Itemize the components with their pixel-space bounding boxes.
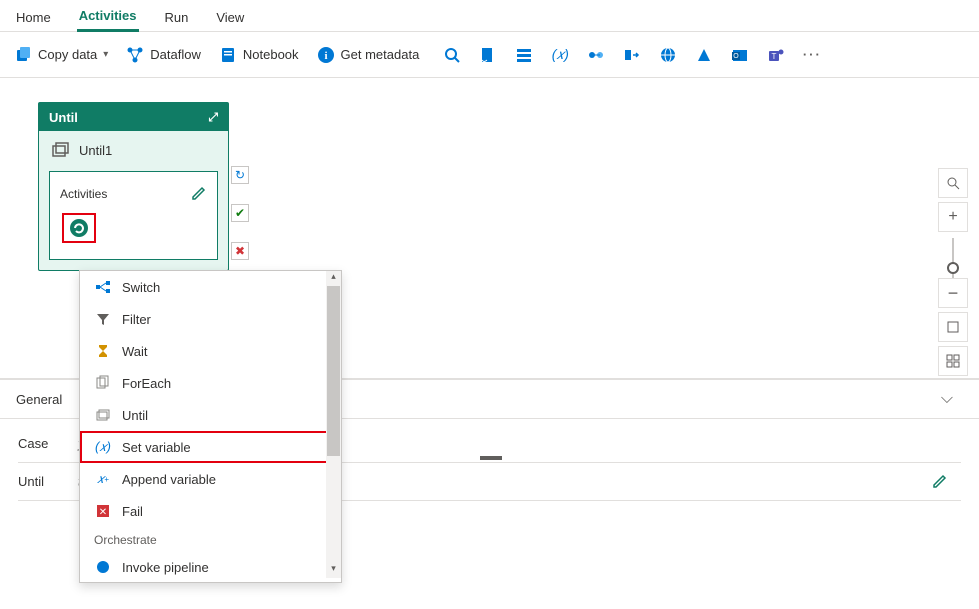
- props-until-label: Until: [18, 474, 78, 489]
- variable-icon[interactable]: (𝑥): [551, 46, 569, 64]
- activities-label: Activities: [60, 187, 107, 201]
- dropdown-item-filter[interactable]: Filter: [80, 303, 341, 335]
- dropdown-item-switch[interactable]: Switch: [80, 271, 341, 303]
- lookup-icon[interactable]: [587, 46, 605, 64]
- scroll-up-arrow[interactable]: ▴: [326, 271, 341, 286]
- activity-picker-dropdown: Switch Filter Wait ForEach Until (𝑥) Set…: [79, 270, 342, 583]
- tab-home[interactable]: Home: [14, 6, 53, 31]
- teams-icon[interactable]: T: [767, 46, 785, 64]
- until-loop-icon: [51, 141, 69, 159]
- connector-success-icon[interactable]: ✔: [231, 204, 249, 222]
- set-variable-icon: (𝑥): [94, 438, 112, 456]
- toolbar-get-metadata[interactable]: i Get metadata: [317, 46, 420, 64]
- toolbar-get-metadata-label: Get metadata: [341, 47, 420, 62]
- stored-proc-icon[interactable]: [623, 46, 641, 64]
- dropdown-label: Filter: [122, 312, 151, 327]
- zoom-controls: + −: [937, 168, 969, 376]
- dropdown-item-foreach[interactable]: ForEach: [80, 367, 341, 399]
- wait-icon: [94, 342, 112, 360]
- until-activity-card[interactable]: Until ⤢ Until1 Activities: [38, 102, 229, 271]
- toolbar-dataflow[interactable]: Dataflow: [126, 46, 201, 64]
- dropdown-item-fail[interactable]: ✕ Fail: [80, 495, 341, 527]
- dataflow-icon: [126, 46, 144, 64]
- dropdown-label: Append variable: [122, 472, 216, 487]
- dropdown-item-set-variable[interactable]: (𝑥) Set variable: [80, 431, 341, 463]
- pipeline-icon: [94, 558, 112, 576]
- tab-run[interactable]: Run: [163, 6, 191, 31]
- toolbar-copy-data[interactable]: Copy data ▾: [14, 46, 108, 64]
- zoom-out-button[interactable]: −: [938, 278, 968, 308]
- props-case-label: Case: [18, 436, 78, 451]
- connector-fail-icon[interactable]: ✖: [231, 242, 249, 260]
- search-icon[interactable]: [443, 46, 461, 64]
- toolbar-copy-data-label: Copy data: [38, 47, 97, 62]
- toolbar-notebook[interactable]: Notebook: [219, 46, 299, 64]
- switch-icon: [94, 278, 112, 296]
- dropdown-item-until[interactable]: Until: [80, 399, 341, 431]
- expand-icon[interactable]: ⤢: [208, 110, 218, 125]
- svg-text:i: i: [324, 50, 327, 62]
- web-icon[interactable]: [659, 46, 677, 64]
- notebook-icon: [219, 46, 237, 64]
- edit-pencil-icon[interactable]: [191, 184, 207, 203]
- inner-activity-highlight[interactable]: [62, 213, 96, 243]
- dropdown-label: Wait: [122, 344, 148, 359]
- tab-activities[interactable]: Activities: [77, 4, 139, 32]
- foreach-icon: [94, 374, 112, 392]
- append-variable-icon: 𝑥+: [94, 470, 112, 488]
- chevron-down-icon: ▾: [103, 49, 108, 60]
- svg-text:O: O: [734, 53, 740, 60]
- toolbar-notebook-label: Notebook: [243, 47, 299, 62]
- dropdown-item-invoke-pipeline[interactable]: Invoke pipeline: [80, 551, 341, 578]
- scroll-thumb[interactable]: [327, 286, 340, 456]
- svg-text:✕: ✕: [99, 507, 107, 518]
- zoom-in-button[interactable]: +: [938, 202, 968, 232]
- toolbar: Copy data ▾ Dataflow Notebook i Get meta…: [0, 32, 979, 78]
- outlook-icon[interactable]: O: [731, 46, 749, 64]
- connector-badges: ↻ ✔ ✖: [231, 166, 249, 260]
- activities-container[interactable]: Activities: [49, 171, 218, 260]
- zoom-search-button[interactable]: [938, 168, 968, 198]
- fail-icon: ✕: [94, 502, 112, 520]
- dropdown-label: Switch: [122, 280, 160, 295]
- more-icon[interactable]: ···: [803, 46, 821, 64]
- dropdown-item-append-variable[interactable]: 𝑥+ Append variable: [80, 463, 341, 495]
- svg-text:T: T: [772, 52, 777, 61]
- dropdown-item-wait[interactable]: Wait: [80, 335, 341, 367]
- scroll-down-arrow[interactable]: ▾: [326, 563, 341, 578]
- info-icon: i: [317, 46, 335, 64]
- dropdown-section-orchestrate: Orchestrate: [80, 527, 341, 551]
- toolbar-dataflow-label: Dataflow: [150, 47, 201, 62]
- until-icon: [94, 406, 112, 424]
- props-until-edit-icon[interactable]: [931, 471, 961, 492]
- collapse-panel-icon[interactable]: ⌵: [941, 390, 963, 408]
- azure-icon[interactable]: [695, 46, 713, 64]
- until-title-text: Until1: [79, 143, 112, 158]
- header-tabs: Home Activities Run View: [0, 0, 979, 32]
- dropdown-label: ForEach: [122, 376, 171, 391]
- list-icon[interactable]: [515, 46, 533, 64]
- connector-retry-icon[interactable]: ↻: [231, 166, 249, 184]
- script-icon[interactable]: [479, 46, 497, 64]
- dropdown-label: Until: [122, 408, 148, 423]
- dropdown-label: Set variable: [122, 440, 191, 455]
- until-header-label: Until: [49, 110, 78, 125]
- tab-view[interactable]: View: [214, 6, 246, 31]
- dropdown-label: Fail: [122, 504, 143, 519]
- dropdown-scrollbar[interactable]: ▴ ▾: [326, 271, 341, 578]
- properties-tab-general[interactable]: General: [16, 392, 62, 407]
- copy-data-icon: [14, 46, 32, 64]
- zoom-handle[interactable]: [947, 262, 959, 274]
- dropdown-label: Invoke pipeline: [122, 560, 209, 575]
- zoom-layout-button[interactable]: [938, 346, 968, 376]
- filter-icon: [94, 310, 112, 328]
- zoom-fit-button[interactable]: [938, 312, 968, 342]
